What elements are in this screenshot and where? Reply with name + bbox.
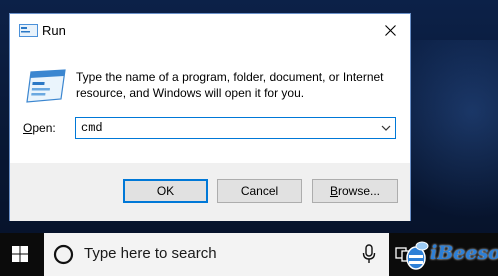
open-combobox[interactable]: cmd [75,117,396,139]
ok-button[interactable]: OK [123,179,208,203]
close-icon [384,25,396,36]
open-input[interactable]: cmd [81,121,103,135]
browse-button[interactable]: Browse... [312,179,398,203]
windows-logo-icon [12,246,28,262]
open-label-accelerator: O [23,121,33,135]
cancel-button[interactable]: Cancel [217,179,302,203]
run-icon [19,24,38,37]
cortana-icon [53,244,74,265]
browse-label: rowse... [338,184,381,198]
start-button[interactable] [0,233,40,276]
close-button[interactable] [370,14,410,47]
dialog-button-area: OK Cancel Browse... [10,163,410,221]
open-label-text: pen: [32,121,56,135]
open-label: Open: [23,121,56,135]
ibeesoft-watermark: iBeesoft [404,238,498,272]
run-program-icon [26,69,66,103]
title-bar[interactable]: Run [10,14,410,47]
taskbar-search-box[interactable]: Type here to search [44,233,389,276]
search-placeholder: Type here to search [84,245,217,262]
run-dialog: Run Type the name of a program, folder, … [9,13,411,221]
microphone-icon[interactable] [362,244,376,264]
watermark-text: iBeesoft [430,242,498,264]
chevron-down-icon[interactable] [381,124,391,132]
bee-logo-icon [406,241,429,270]
window-title: Run [42,23,66,38]
dialog-description: Type the name of a program, folder, docu… [76,70,384,100]
browse-accelerator: B [329,184,338,198]
